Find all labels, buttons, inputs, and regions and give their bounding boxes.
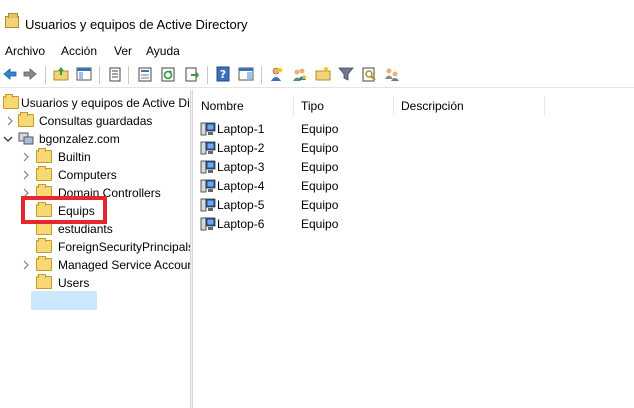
add-to-group-icon[interactable]	[384, 66, 400, 82]
chevron-right-icon[interactable]	[21, 169, 31, 180]
folder-icon	[36, 256, 52, 271]
folder-icon	[18, 112, 34, 127]
tree-item-domain[interactable]: bgonzalez.com	[0, 130, 190, 148]
tree-item-builtin[interactable]: Builtin	[0, 148, 190, 166]
column-header-descripcion[interactable]: Descripción	[401, 95, 464, 116]
toolbar-separator	[99, 66, 100, 84]
export-list-icon[interactable]	[184, 66, 200, 82]
computer-icon	[200, 198, 216, 212]
computer-name: Laptop-3	[217, 160, 265, 174]
tree-item-label: Builtin	[58, 150, 91, 164]
computer-type: Equipo	[301, 198, 339, 212]
ad-folder-icon	[5, 13, 19, 28]
domain-icon	[18, 132, 34, 145]
tree-item-label: Computers	[58, 168, 117, 182]
toolbar: ?	[0, 62, 634, 88]
folder-icon	[36, 148, 52, 163]
tree-item-foreign-security-principals[interactable]: ForeignSecurityPrincipals	[0, 238, 190, 256]
column-divider[interactable]	[393, 97, 394, 115]
menu-ver[interactable]: Ver	[114, 44, 132, 58]
computer-type: Equipo	[301, 179, 339, 193]
refresh-icon[interactable]	[160, 66, 176, 82]
title-bar[interactable]: Usuarios y equipos de Active Directory	[0, 0, 634, 38]
list-row[interactable]: Laptop-4 Equipo	[198, 177, 628, 196]
computer-name: Laptop-5	[217, 198, 265, 212]
computer-icon	[200, 179, 216, 193]
list-row[interactable]: Laptop-2 Equipo	[198, 139, 628, 158]
computer-type: Equipo	[301, 217, 339, 231]
column-divider[interactable]	[293, 97, 294, 115]
forward-arrow-icon[interactable]	[22, 66, 38, 82]
toolbar-separator	[128, 66, 129, 84]
show-action-pane-icon[interactable]	[238, 66, 254, 82]
tree-item-label: estudiants	[58, 222, 113, 236]
list-row[interactable]: Laptop-1 Equipo	[198, 120, 628, 139]
column-divider[interactable]	[544, 97, 545, 115]
chevron-right-icon[interactable]	[21, 259, 31, 270]
ad-folder-icon	[3, 94, 19, 109]
delete-icon[interactable]	[107, 66, 123, 82]
details-list[interactable]: Nombre Tipo Descripción Laptop-1 Equipo La…	[193, 90, 634, 408]
tree-root-label: Usuarios y equipos de Active Dire	[21, 96, 190, 110]
computer-icon	[200, 141, 216, 155]
menu-ayuda[interactable]: Ayuda	[146, 44, 180, 58]
tree-item-saved-queries[interactable]: Consultas guardadas	[0, 112, 190, 130]
chevron-right-icon[interactable]	[21, 151, 31, 162]
selection-highlight	[31, 291, 97, 310]
create-group-icon[interactable]	[292, 66, 308, 82]
computer-type: Equipo	[301, 122, 339, 136]
menu-archivo[interactable]: Archivo	[5, 44, 45, 58]
chevron-right-icon[interactable]	[5, 115, 15, 126]
create-user-icon[interactable]	[269, 66, 285, 82]
computer-icon	[200, 160, 216, 174]
properties-icon[interactable]	[137, 66, 153, 82]
window-title: Usuarios y equipos de Active Directory	[25, 17, 248, 32]
list-row[interactable]: Laptop-5 Equipo	[198, 196, 628, 215]
console-tree[interactable]: Usuarios y equipos de Active Dire Consul…	[0, 90, 190, 408]
menu-accion[interactable]: Acción	[61, 44, 97, 58]
show-hide-console-tree-icon[interactable]	[76, 66, 92, 82]
computer-icon	[200, 217, 216, 231]
create-ou-icon[interactable]	[315, 66, 331, 82]
computer-type: Equipo	[301, 160, 339, 174]
tree-item-label: Managed Service Accour	[58, 258, 190, 272]
annotation-red-box	[21, 196, 107, 224]
svg-text:?: ?	[220, 68, 226, 81]
toolbar-separator	[261, 66, 262, 84]
computer-name: Laptop-4	[217, 179, 265, 193]
menu-bar: Archivo Acción Ver Ayuda	[0, 41, 634, 61]
filter-icon[interactable]	[338, 66, 354, 82]
list-row[interactable]: Laptop-3 Equipo	[198, 158, 628, 177]
tree-item-label: bgonzalez.com	[39, 132, 120, 146]
toolbar-separator	[207, 66, 208, 84]
tree-item-label: Consultas guardadas	[39, 114, 153, 128]
chevron-down-icon[interactable]	[3, 133, 13, 143]
column-header-nombre[interactable]: Nombre	[201, 95, 244, 116]
folder-icon	[36, 238, 52, 253]
computer-type: Equipo	[301, 141, 339, 155]
tree-item-label: Users	[58, 276, 90, 290]
find-icon[interactable]	[361, 66, 377, 82]
computer-icon	[200, 122, 216, 136]
back-arrow-icon[interactable]	[2, 66, 18, 82]
tree-item-users[interactable]: Users	[0, 274, 190, 292]
tree-item-label: ForeignSecurityPrincipals	[58, 240, 190, 254]
folder-icon	[36, 274, 52, 289]
column-header-tipo[interactable]: Tipo	[301, 95, 324, 116]
computer-name: Laptop-2	[217, 141, 265, 155]
list-header: Nombre Tipo Descripción	[193, 95, 634, 116]
help-icon[interactable]: ?	[215, 66, 231, 82]
list-row[interactable]: Laptop-6 Equipo	[198, 215, 628, 234]
up-folder-icon[interactable]	[53, 66, 69, 82]
folder-icon	[36, 166, 52, 181]
tree-item-managed-service-accounts[interactable]: Managed Service Accour	[0, 256, 190, 274]
toolbar-separator	[45, 66, 46, 84]
computer-name: Laptop-6	[217, 217, 265, 231]
tree-item-computers[interactable]: Computers	[0, 166, 190, 184]
tree-root[interactable]: Usuarios y equipos de Active Dire	[0, 94, 190, 112]
computer-name: Laptop-1	[217, 122, 265, 136]
